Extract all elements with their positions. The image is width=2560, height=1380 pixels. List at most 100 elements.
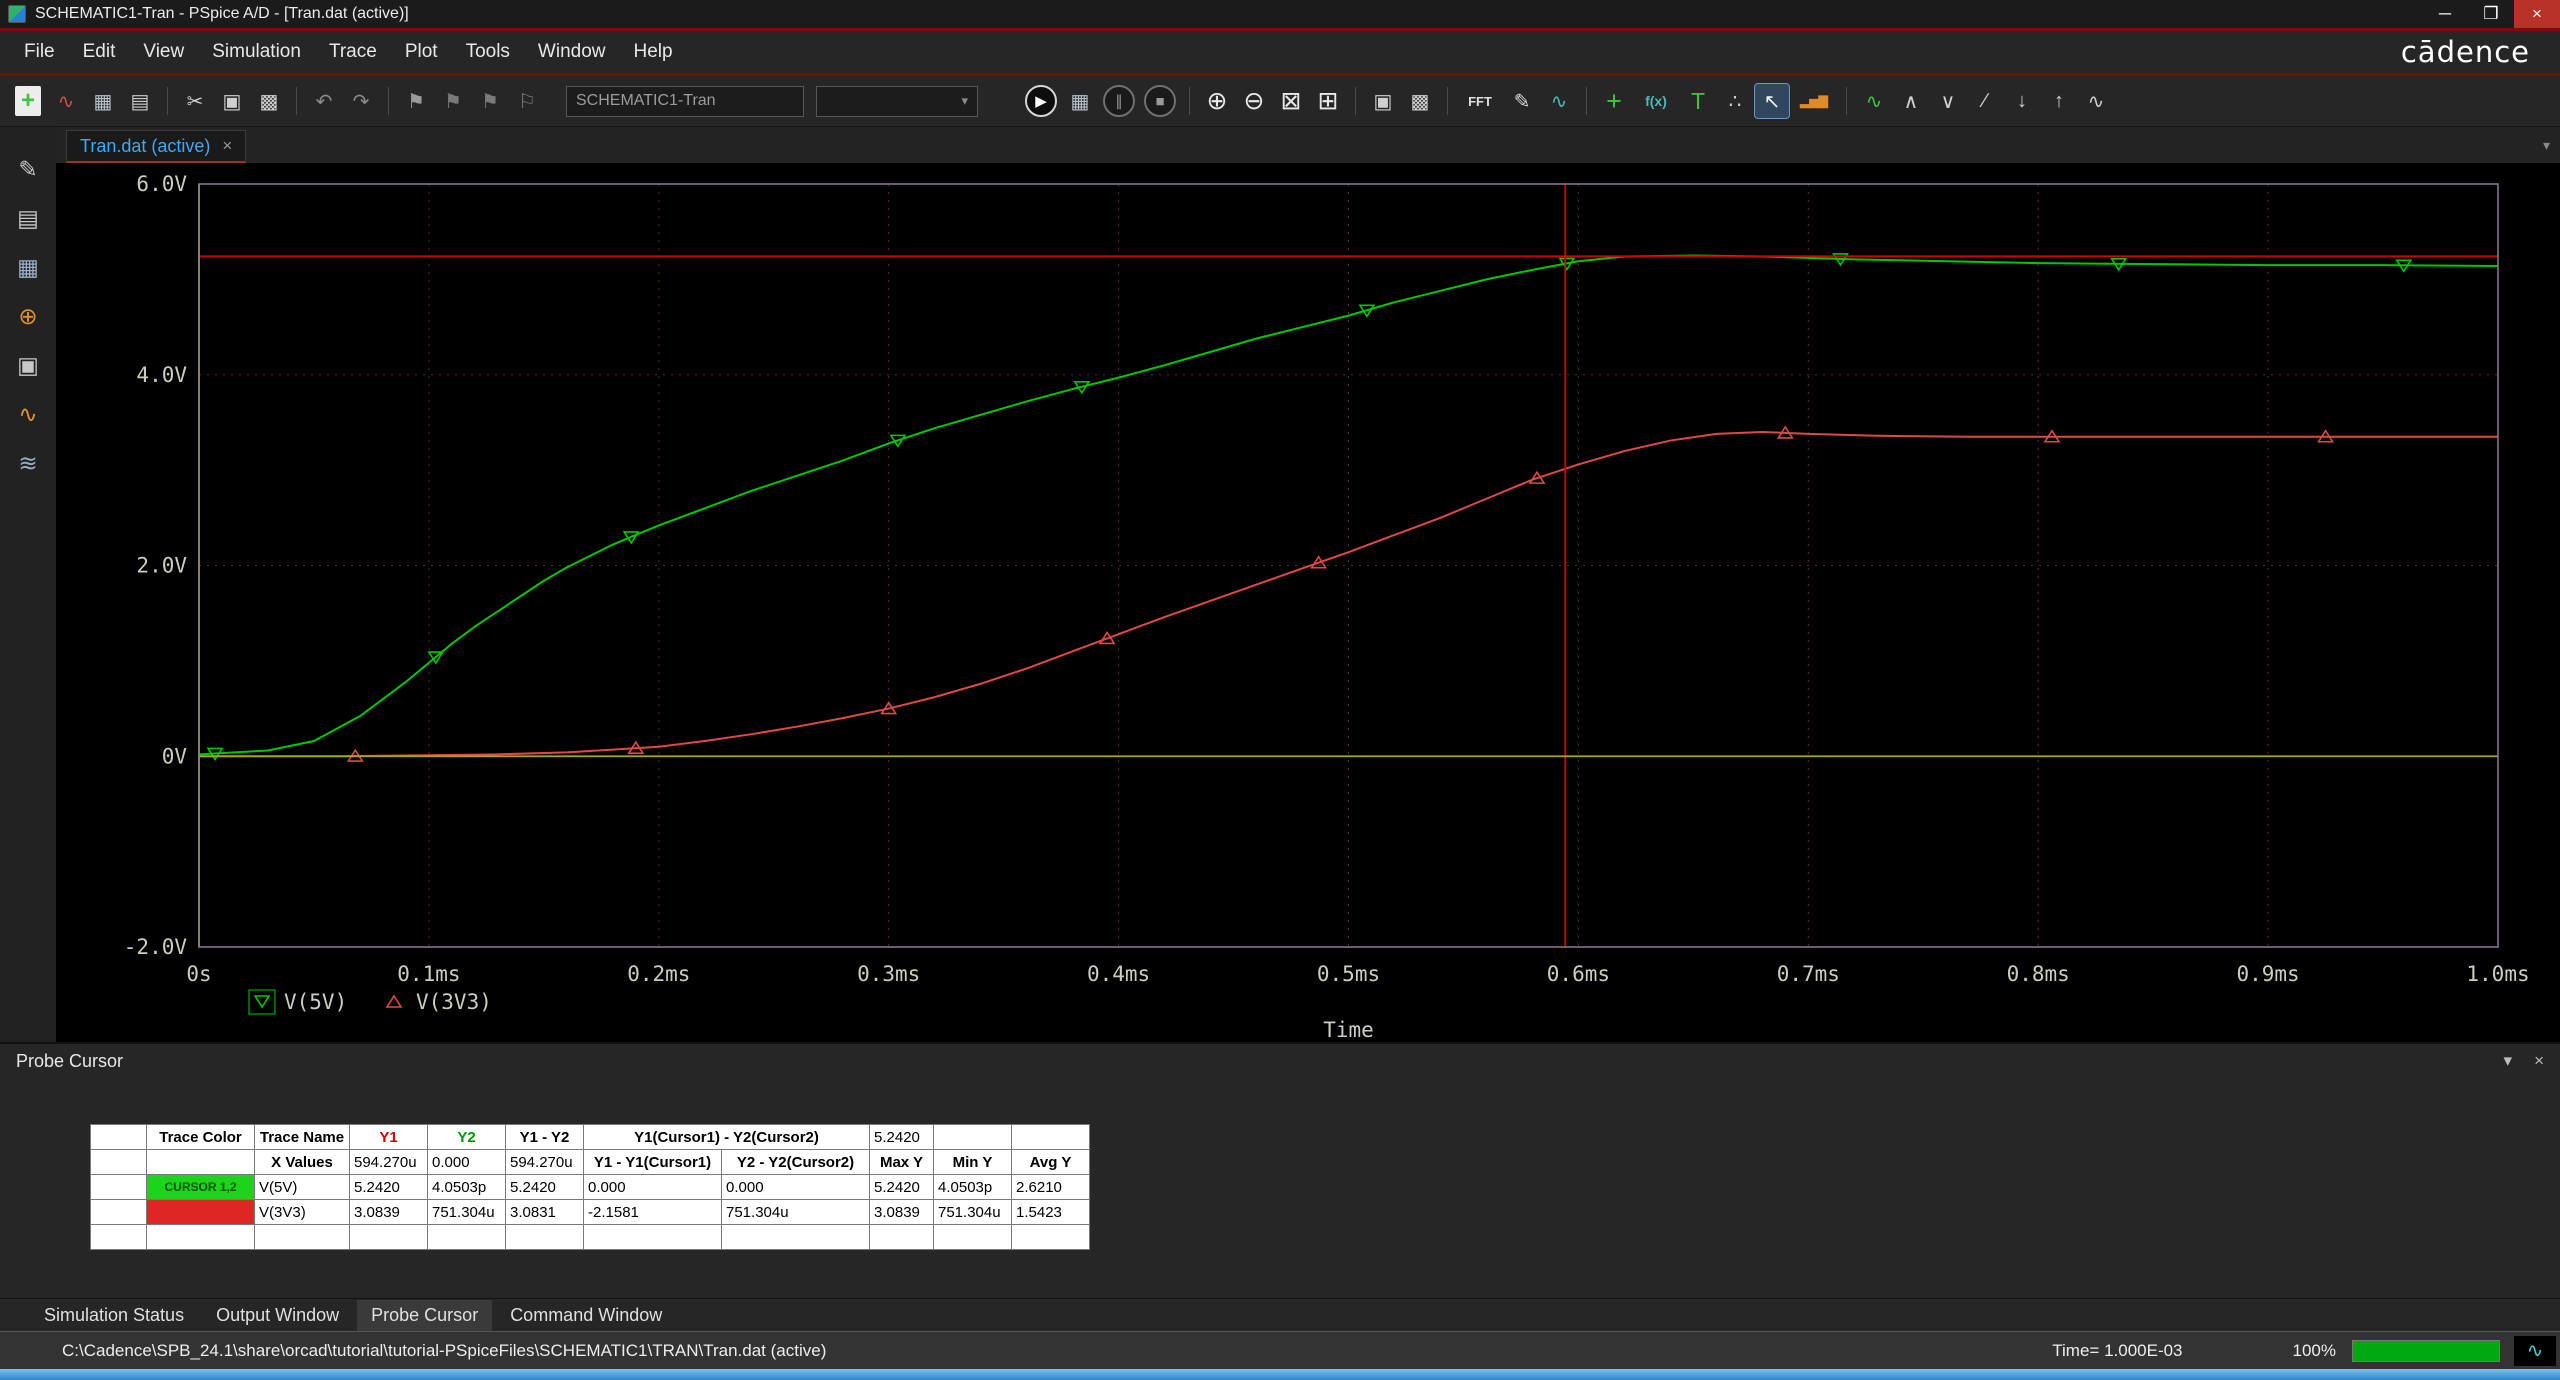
cursor-trace-icon[interactable]: ∿ <box>1857 84 1891 118</box>
tab-simulation-status[interactable]: Simulation Status <box>30 1300 198 1331</box>
secondary-combo[interactable]: ▾ <box>816 86 978 117</box>
close-button[interactable]: × <box>2514 0 2560 28</box>
cursor-trough-icon[interactable]: ∨ <box>1931 84 1965 118</box>
toolbar-icons-left: +∿▦▤✂▣▩↶↷⚑⚑⚑⚐ <box>10 84 544 118</box>
simulation-profile-value: SCHEMATIC1-Tran <box>576 92 716 110</box>
corner-cell <box>91 1125 147 1150</box>
menu-simulation[interactable]: Simulation <box>198 33 315 71</box>
minimize-button[interactable]: ─ <box>2422 0 2468 28</box>
tab-output-window[interactable]: Output Window <box>202 1300 353 1331</box>
undo-icon[interactable]: ↶ <box>307 84 341 118</box>
cursor-min-icon[interactable]: ↓ <box>2005 84 2039 118</box>
search-trace-icon[interactable]: ⊕ <box>9 298 47 334</box>
x-tick-label: 1.0ms <box>2466 962 2529 986</box>
table-header-row: Trace Color Trace Name Y1 Y2 Y1 - Y2 Y1(… <box>91 1125 1090 1150</box>
close-icon[interactable]: × <box>2534 1051 2544 1071</box>
col-c2: Y2 - Y2(Cursor2) <box>722 1150 870 1175</box>
close-icon[interactable]: × <box>222 136 232 156</box>
save-icon[interactable]: ▦ <box>86 84 120 118</box>
clear-bookmarks-icon[interactable]: ⚐ <box>510 84 544 118</box>
cursor-point-icon[interactable]: ∿ <box>2079 84 2113 118</box>
open-simulation-icon[interactable]: ∿ <box>49 84 83 118</box>
menu-edit[interactable]: Edit <box>69 33 130 71</box>
next-bookmark-icon[interactable]: ⚑ <box>436 84 470 118</box>
evaluate-measurement-icon[interactable]: ✎ <box>1505 84 1539 118</box>
tab-probe-cursor[interactable]: Probe Cursor <box>357 1300 492 1331</box>
v3v3-diff: 3.0831 <box>506 1200 584 1225</box>
zoom-out-icon[interactable]: ⊖ <box>1237 84 1271 118</box>
toggle-cursor-icon[interactable]: ↖ <box>1755 84 1789 118</box>
add-trace-icon[interactable]: + <box>1597 84 1631 118</box>
probe-edit-icon[interactable]: ✎ <box>9 151 47 187</box>
run-simulation-icon[interactable]: ▶ <box>1025 85 1057 117</box>
copy-plot-icon[interactable]: ▣ <box>1366 84 1400 118</box>
text-label-icon[interactable]: T <box>1681 84 1715 118</box>
restore-button[interactable]: ❒ <box>2468 0 2514 28</box>
stop-simulation-icon[interactable]: ■ <box>1144 85 1176 117</box>
cursor-max-icon[interactable]: ↑ <box>2042 84 2076 118</box>
v5v-avg: 2.6210 <box>1012 1175 1090 1200</box>
cut-icon[interactable]: ✂ <box>178 84 212 118</box>
y-tick-label: 4.0V <box>136 363 187 387</box>
histogram-icon[interactable]: ▂▅▇ <box>1792 84 1836 118</box>
legend-label-V(5V)[interactable]: V(5V) <box>284 990 347 1014</box>
paste-plot-icon[interactable]: ▩ <box>1403 84 1437 118</box>
toggle-bookmark-icon[interactable]: ⚑ <box>399 84 433 118</box>
pause-simulation-icon[interactable]: ∥ <box>1103 85 1135 117</box>
chevron-down-icon[interactable]: ▾ <box>2543 137 2550 154</box>
v5v-min: 4.0503p <box>934 1175 1012 1200</box>
new-simulation-icon[interactable]: + <box>15 86 41 116</box>
v3v3-c1: -2.1581 <box>584 1200 722 1225</box>
copy-icon[interactable]: ▣ <box>215 84 249 118</box>
print-icon[interactable]: ▤ <box>123 84 157 118</box>
col-y1: Y1 <box>350 1125 428 1150</box>
toolbar-separator <box>167 87 168 115</box>
circuit-file-icon[interactable]: ▦ <box>9 249 47 285</box>
copy-window-icon[interactable]: ▣ <box>9 347 47 383</box>
trace-name-v3v3: V(3V3) <box>255 1200 350 1225</box>
log-x-axis-icon[interactable]: ∿ <box>1542 84 1576 118</box>
paste-icon[interactable]: ▩ <box>252 84 286 118</box>
probe-cursor-panel: Probe Cursor ▾ × Trace Color Trace Name … <box>0 1042 2560 1298</box>
zoom-fit-icon[interactable]: ⊠ <box>1274 84 1308 118</box>
taskbar-edge <box>0 1369 2560 1380</box>
cursor-badge-cell: CURSOR 1,2 <box>147 1175 255 1200</box>
legend-marker-V(5V)[interactable] <box>255 996 269 1007</box>
cursor-peak-icon[interactable]: ∧ <box>1894 84 1928 118</box>
mark-data-points-icon[interactable]: ∴ <box>1718 84 1752 118</box>
redo-icon[interactable]: ↷ <box>344 84 378 118</box>
chevron-down-icon[interactable]: ▾ <box>2504 1051 2513 1071</box>
y-tick-label: 0V <box>162 744 188 768</box>
v5v-y1: 5.2420 <box>350 1175 428 1200</box>
evaluate-function-icon[interactable]: f(x) <box>1634 84 1678 118</box>
menu-view[interactable]: View <box>129 33 198 71</box>
simulation-output-icon[interactable]: ▤ <box>9 200 47 236</box>
cursor-slope-icon[interactable]: ∕ <box>1968 84 2002 118</box>
zoom-area-icon[interactable]: ⊞ <box>1311 84 1345 118</box>
tab-command-window[interactable]: Command Window <box>496 1300 676 1331</box>
previous-bookmark-icon[interactable]: ⚑ <box>473 84 507 118</box>
v3v3-y2: 751.304u <box>428 1200 506 1225</box>
menu-trace[interactable]: Trace <box>315 33 391 71</box>
v3v3-avg: 1.5423 <box>1012 1200 1090 1225</box>
col-c1: Y1 - Y1(Cursor1) <box>584 1150 722 1175</box>
tab-tran-dat[interactable]: Tran.dat (active) × <box>66 130 246 163</box>
x-tick-label: 0.6ms <box>1547 962 1610 986</box>
menu-help[interactable]: Help <box>620 33 687 71</box>
legend-selected-box <box>249 990 275 1014</box>
menu-plot[interactable]: Plot <box>391 33 452 71</box>
menu-file[interactable]: File <box>10 33 69 71</box>
menu-tools[interactable]: Tools <box>452 33 524 71</box>
fft-icon[interactable]: FFT <box>1458 84 1502 118</box>
legend-marker-V(3V3)[interactable] <box>387 996 401 1007</box>
simulation-profile-combo[interactable]: SCHEMATIC1-Tran <box>566 86 804 117</box>
measure-wave-icon[interactable]: ∿ <box>9 396 47 432</box>
save-simulation-results-icon[interactable]: ▦ <box>1063 84 1097 118</box>
legend-label-V(3V3)[interactable]: V(3V3) <box>416 990 492 1014</box>
zoom-in-icon[interactable]: ⊕ <box>1200 84 1234 118</box>
waveform-plot-area[interactable]: -2.0V0V2.0V4.0V6.0V0s0.1ms0.2ms0.3ms0.4m… <box>56 163 2560 1042</box>
menu-window[interactable]: Window <box>524 33 620 71</box>
table-row: V(3V3) 3.0839 751.304u 3.0831 -2.1581 75… <box>91 1200 1090 1225</box>
app-icon <box>8 5 26 23</box>
marker-tools-icon[interactable]: ≋ <box>9 445 47 481</box>
